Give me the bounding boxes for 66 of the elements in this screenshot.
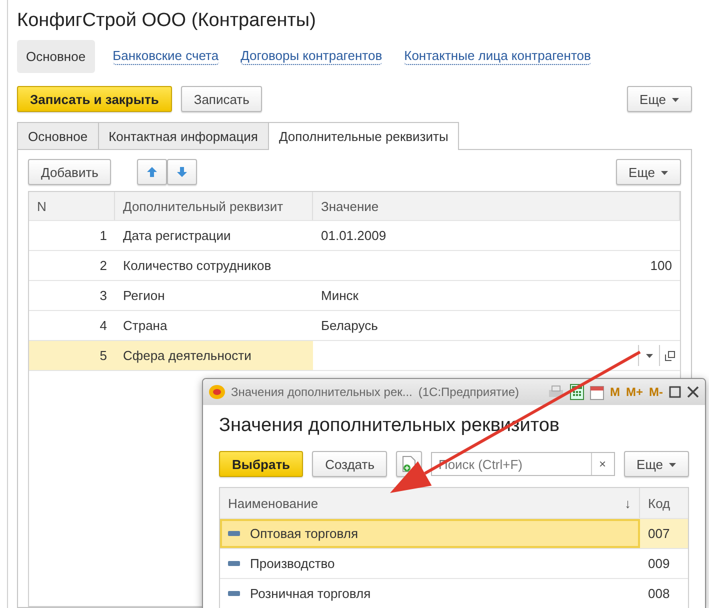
list-item[interactable]: Розничная торговля bbox=[220, 579, 640, 608]
nav-tab[interactable]: Основное bbox=[17, 40, 95, 73]
sort-mark: ↓ bbox=[624, 496, 631, 510]
column-header[interactable]: N bbox=[29, 192, 115, 220]
app-name: (1С:Предприятие) bbox=[418, 385, 519, 399]
table-cell-text: 01.01.2009 bbox=[320, 227, 388, 245]
dropdown-icon[interactable] bbox=[646, 354, 652, 358]
open-icon[interactable] bbox=[665, 350, 675, 360]
select-button[interactable]: Выбрать bbox=[219, 451, 304, 477]
move-up-button[interactable] bbox=[137, 159, 168, 185]
more-button[interactable]: Еще bbox=[616, 159, 681, 185]
table-cell-text: 2 bbox=[98, 257, 108, 275]
clear-button[interactable]: × bbox=[590, 453, 614, 475]
table-cell-text: Регион bbox=[122, 287, 166, 305]
table-cell: 5 bbox=[29, 341, 115, 370]
printer-icon[interactable] bbox=[548, 385, 564, 399]
list-item[interactable]: Производство bbox=[220, 549, 640, 578]
tab[interactable]: Основное bbox=[17, 122, 99, 149]
table-cell-text: Количество сотрудников bbox=[122, 257, 272, 275]
document-plus-icon bbox=[402, 456, 416, 472]
tab[interactable]: Контактная информация bbox=[98, 122, 269, 149]
more-button[interactable]: Еще bbox=[626, 86, 692, 112]
table-cell-text: 008 bbox=[647, 585, 671, 603]
item-name: Оптовая торговля bbox=[250, 526, 358, 541]
table-cell-text: Дата регистрации bbox=[122, 227, 232, 245]
item-icon bbox=[228, 561, 240, 566]
caret-icon bbox=[672, 98, 679, 102]
calendar-icon[interactable] bbox=[590, 384, 604, 400]
table-cell-text: Минск bbox=[320, 287, 360, 305]
column-title: Наименование bbox=[228, 496, 318, 510]
table-cell-text: 3 bbox=[98, 287, 108, 305]
tab[interactable]: Дополнительные реквизиты bbox=[268, 122, 460, 150]
dialog-title: Значения дополнительных рек... bbox=[231, 385, 412, 399]
nav-link[interactable]: Контактные лица контрагентов bbox=[404, 48, 591, 65]
arrow-down-icon bbox=[176, 166, 188, 178]
arrow-up-icon bbox=[146, 166, 158, 178]
item-icon bbox=[228, 531, 240, 536]
table-cell-text: Страна bbox=[122, 317, 168, 335]
table-cell-text: 100 bbox=[649, 257, 673, 275]
save-button[interactable]: Записать bbox=[180, 86, 262, 112]
table-cell-text: 4 bbox=[98, 317, 108, 335]
save-close-button[interactable]: Записать и закрыть bbox=[17, 86, 172, 112]
nav-link[interactable]: Договоры контрагентов bbox=[240, 48, 382, 65]
item-name: Розничная торговля bbox=[250, 586, 371, 601]
column-header[interactable]: Дополнительный реквизит bbox=[115, 192, 313, 220]
caret-icon bbox=[661, 171, 668, 176]
create-button[interactable]: Создать bbox=[312, 451, 388, 477]
more-button[interactable]: Еще bbox=[624, 451, 689, 477]
move-down-button[interactable] bbox=[167, 159, 198, 185]
app-logo-icon bbox=[209, 385, 225, 399]
caret-icon bbox=[669, 463, 676, 468]
table-cell: Сфера деятельности bbox=[115, 341, 313, 370]
close-icon[interactable] bbox=[687, 386, 699, 398]
maximize-icon[interactable] bbox=[669, 386, 681, 398]
item-icon bbox=[228, 591, 240, 596]
item-name: Производство bbox=[250, 556, 335, 571]
table-cell-text: Беларусь bbox=[320, 317, 379, 335]
window-title: КонфигСтрой ООО (Контрагенты) bbox=[17, 10, 317, 32]
table-cell: 007 bbox=[640, 519, 688, 548]
column-header[interactable]: Код bbox=[640, 488, 688, 518]
nav-link[interactable]: Банковские счета bbox=[112, 48, 219, 65]
table-cell-text: 009 bbox=[647, 555, 671, 573]
list-item[interactable]: Оптовая торговля bbox=[220, 519, 640, 548]
column-header[interactable]: Значение bbox=[313, 192, 680, 220]
add-button[interactable]: Добавить bbox=[28, 159, 112, 185]
table-cell-text: 1 bbox=[98, 227, 108, 245]
